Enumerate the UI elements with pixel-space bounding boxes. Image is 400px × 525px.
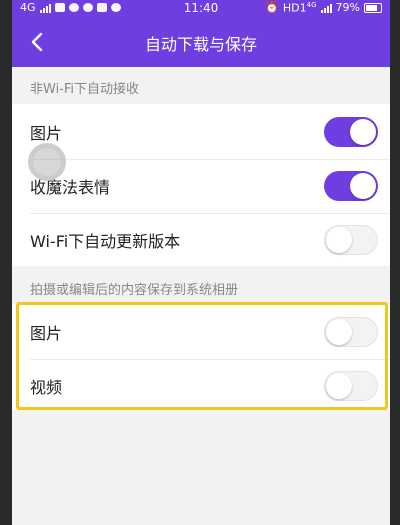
setting-label: 收魔法表情 [30, 178, 111, 197]
toggle-knob [350, 119, 376, 145]
auto-update-toggle[interactable] [324, 225, 378, 255]
signal-strength-icon [320, 3, 332, 13]
toggle-knob [326, 319, 352, 345]
setting-label: 视频 [30, 378, 63, 397]
setting-row-save-images[interactable]: 图片 [12, 306, 390, 358]
phone-screen: 4G 11:40 ⏰ HD14G 79% 自动下载与保存 非Wi-Fi下自动接收… [12, 0, 390, 525]
title-bar: 自动下载与保存 [12, 17, 390, 67]
setting-label: Wi-Fi下自动更新版本 [30, 232, 181, 251]
setting-label: 图片 [30, 324, 63, 343]
images-toggle[interactable] [324, 117, 378, 147]
save-videos-toggle[interactable] [324, 371, 378, 401]
section-header-save-to-album: 拍摄或编辑后的内容保存到系统相册 [30, 283, 239, 298]
magic-emoji-toggle[interactable] [324, 171, 378, 201]
section-header-auto-receive: 非Wi-Fi下自动接收 [30, 82, 140, 97]
setting-label: 图片 [30, 124, 63, 143]
battery-icon [364, 2, 382, 13]
auto-receive-group: 图片 收魔法表情 Wi-Fi下自动更新版本 [12, 104, 390, 266]
toggle-knob [326, 227, 352, 253]
setting-row-magic-emoji[interactable]: 收魔法表情 [12, 160, 390, 212]
status-bar: 4G 11:40 ⏰ HD14G 79% [12, 0, 390, 17]
battery-percent: 79% [335, 1, 360, 15]
setting-row-auto-update[interactable]: Wi-Fi下自动更新版本 [12, 214, 390, 266]
hd-network-label: HD14G [282, 1, 317, 15]
toggle-knob [350, 173, 376, 199]
toggle-knob [326, 373, 352, 399]
save-to-album-group: 图片 视频 [12, 304, 390, 410]
page-title: 自动下载与保存 [144, 35, 257, 54]
alarm-icon: ⏰ [265, 1, 279, 15]
status-right: ⏰ HD14G 79% [265, 1, 382, 15]
setting-row-images[interactable]: 图片 [12, 106, 390, 158]
setting-row-save-videos[interactable]: 视频 [12, 360, 390, 412]
save-images-toggle[interactable] [324, 317, 378, 347]
